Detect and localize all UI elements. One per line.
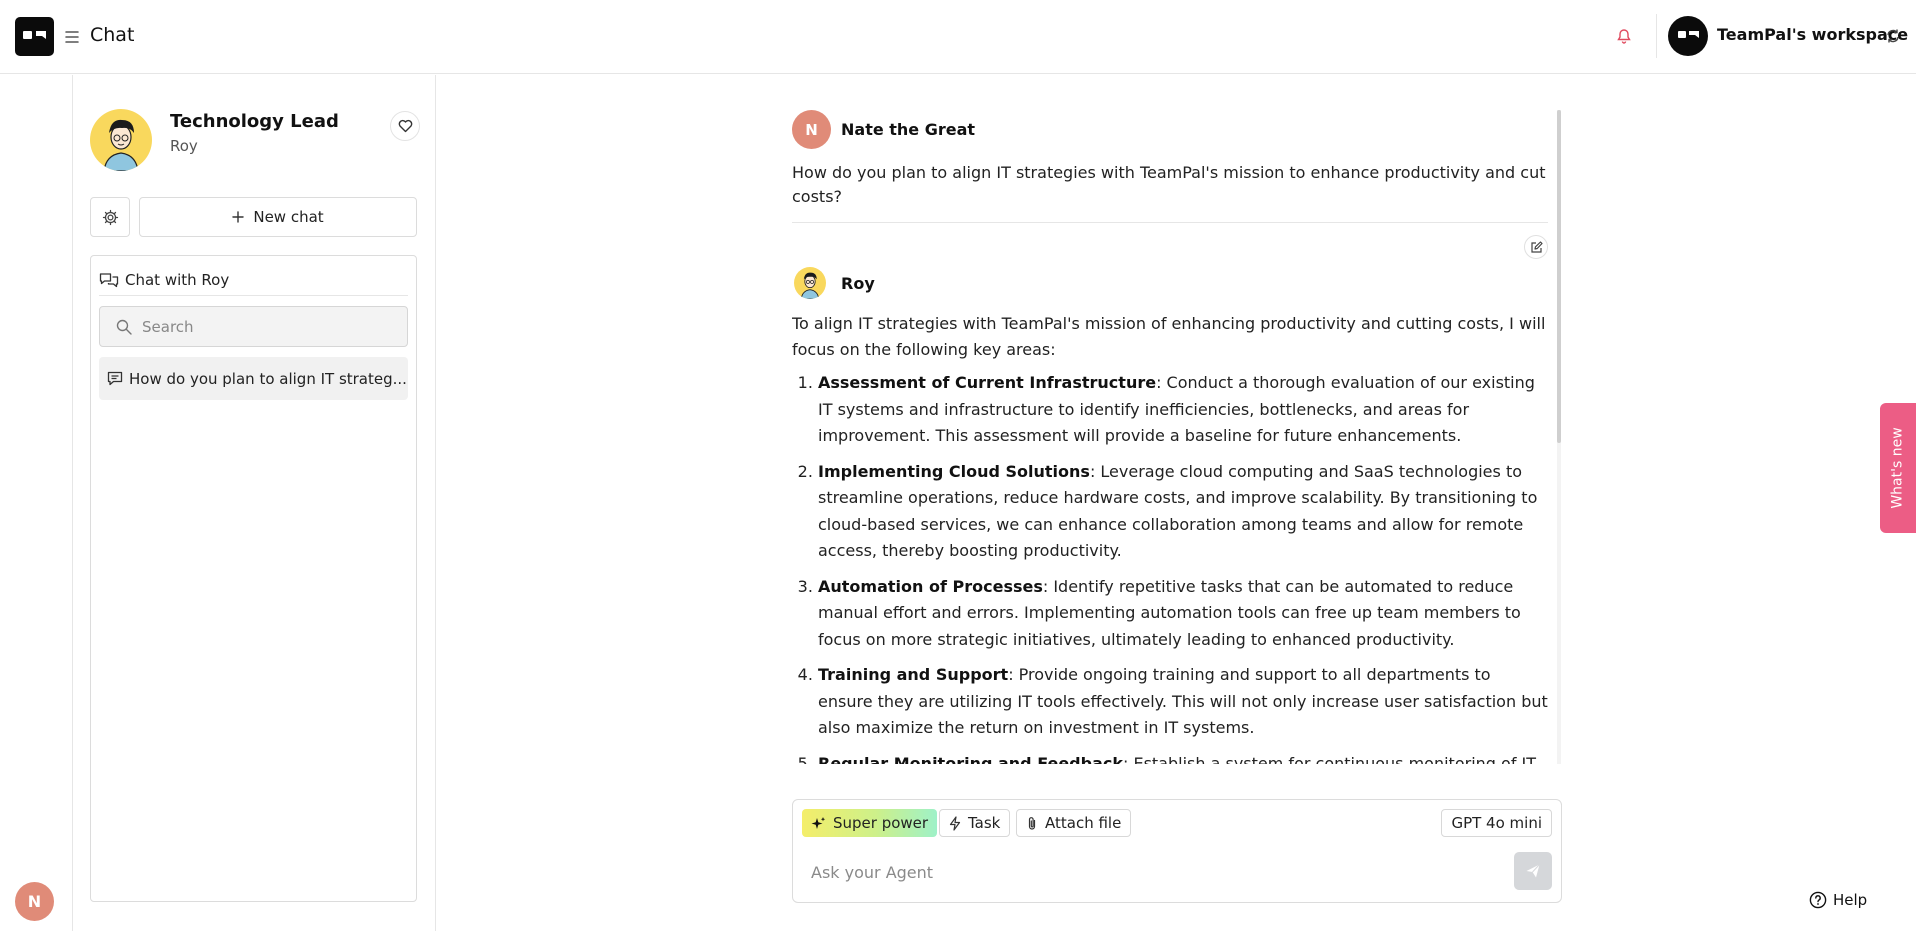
chat-list-header: Chat with Roy [99, 264, 408, 296]
paperclip-icon [1028, 816, 1036, 830]
top-header: Chat TeamPal's workspace [0, 0, 1916, 74]
list-item: Implementing Cloud Solutions: Leverage c… [818, 459, 1550, 565]
favorite-heart-icon[interactable] [390, 111, 420, 141]
item-text: : Establish a system for continuous moni… [1123, 753, 1537, 765]
chats-icon [99, 272, 119, 287]
edit-icon[interactable] [1524, 235, 1548, 259]
item-title: Implementing Cloud Solutions [818, 461, 1090, 481]
plus-icon [232, 211, 245, 223]
model-selector[interactable]: GPT 4o mini [1441, 809, 1552, 837]
reply-header: Roy [792, 267, 1560, 299]
send-button[interactable] [1514, 852, 1552, 890]
page-title: Chat [90, 24, 135, 46]
super-power-label: Super power [833, 814, 929, 832]
agent-panel: Technology Lead Roy New chat Chat with R… [74, 75, 436, 931]
list-item: Regular Monitoring and Feedback: Establi… [818, 751, 1550, 765]
new-chat-button[interactable]: New chat [139, 197, 417, 237]
sparkle-icon [811, 816, 826, 829]
agent-reply-avatar [794, 267, 826, 299]
attach-file-button[interactable]: Attach file [1016, 809, 1132, 837]
user-message-header: N Nate the Great [792, 110, 1560, 149]
agent-name: Roy [170, 137, 198, 155]
reply-list: Assessment of Current Infrastructure: Co… [792, 370, 1550, 764]
list-item: Automation of Processes: Identify repeti… [818, 574, 1550, 654]
conversation: N Nate the Great How do you plan to alig… [792, 110, 1560, 764]
item-title: Automation of Processes [818, 576, 1043, 596]
task-button[interactable]: Task [939, 809, 1011, 837]
new-chat-label: New chat [253, 208, 324, 226]
chat-bubble-icon [107, 371, 123, 386]
whats-new-tab[interactable]: What's new [1880, 403, 1916, 533]
bell-icon[interactable] [1613, 25, 1635, 47]
list-item: Training and Support: Provide ongoing tr… [818, 662, 1550, 742]
item-title: Training and Support [818, 665, 1009, 684]
composer: Super power Task Attach file GPT 4o mini [792, 799, 1562, 903]
reply-intro: To align IT strategies with TeamPal's mi… [792, 314, 1546, 359]
workspace-avatar[interactable] [1668, 16, 1708, 56]
attach-file-label: Attach file [1045, 814, 1122, 832]
task-label: Task [968, 814, 1001, 832]
gear-icon[interactable] [90, 197, 130, 237]
help-label: Help [1833, 891, 1868, 909]
user-avatar[interactable]: N [15, 882, 54, 921]
header-divider [1656, 14, 1657, 58]
message-actions [792, 223, 1560, 267]
author-name: Nate the Great [841, 120, 976, 139]
app-logo[interactable] [15, 17, 54, 56]
send-icon [1526, 864, 1540, 878]
agent-title: Technology Lead [170, 111, 339, 132]
chat-list-title: Chat with Roy [125, 270, 230, 289]
switch-workspace-icon[interactable] [1882, 25, 1904, 47]
super-power-button[interactable]: Super power [802, 809, 938, 837]
left-rail [0, 75, 73, 931]
workspace-name[interactable]: TeamPal's workspace [1717, 25, 1908, 44]
lightning-icon [949, 815, 961, 831]
list-item[interactable]: How do you plan to align IT strateg... [99, 357, 408, 400]
chat-list: Chat with Roy Search How do you plan to … [90, 255, 417, 902]
list-item: Assessment of Current Infrastructure: Co… [818, 370, 1550, 450]
user-message-text: How do you plan to align IT strategies w… [792, 161, 1548, 223]
search-placeholder: Search [142, 317, 194, 336]
menu-icon[interactable] [60, 25, 84, 49]
chat-item-title: How do you plan to align IT strateg... [129, 369, 407, 388]
agent-avatar [90, 109, 152, 171]
author-avatar: N [792, 110, 831, 149]
reply-author-name: Roy [841, 273, 875, 293]
ask-agent-input[interactable] [811, 854, 1451, 890]
search-input[interactable]: Search [99, 306, 408, 347]
help-button[interactable]: Help [1809, 891, 1867, 909]
search-icon [116, 319, 132, 335]
item-title: Assessment of Current Infrastructure [818, 373, 1157, 392]
whats-new-label: What's new [1890, 427, 1907, 509]
scrollbar-thumb[interactable] [1557, 110, 1561, 443]
question-icon [1809, 891, 1827, 909]
item-title: Regular Monitoring and Feedback [818, 753, 1123, 765]
